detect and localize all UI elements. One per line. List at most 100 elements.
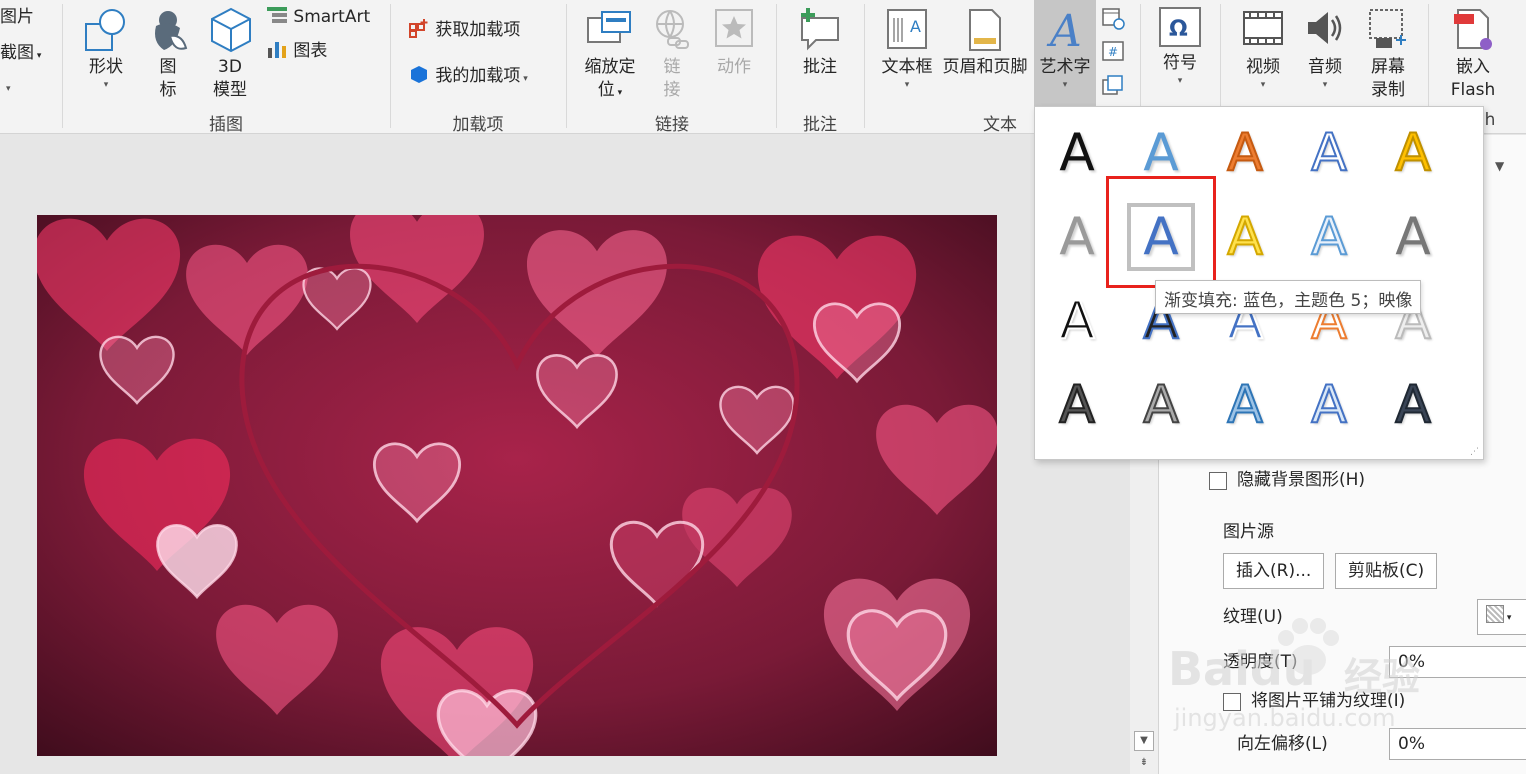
get-addins-label: 获取加载项 bbox=[435, 20, 521, 40]
object-icon[interactable] bbox=[1101, 74, 1125, 96]
shapes-button[interactable]: 形状 ▾ bbox=[78, 4, 134, 104]
header-footer-button[interactable]: 页眉和页脚 bbox=[938, 4, 1032, 104]
wordart-style-glyph: A bbox=[1059, 123, 1095, 183]
wordart-style-glyph: A bbox=[1394, 375, 1432, 435]
texture-picker[interactable]: ▾ bbox=[1477, 599, 1526, 635]
pane-options-caret-icon[interactable]: ▼ bbox=[1495, 159, 1504, 173]
illustrations-group-label: 插图 bbox=[209, 115, 243, 135]
wordart-style-glyph: A bbox=[1394, 123, 1432, 183]
icons-button[interactable]: 图 标 bbox=[144, 4, 192, 104]
text-group-label: 文本 bbox=[983, 115, 1017, 135]
hide-bg-label: 隐藏背景图形(H) bbox=[1237, 470, 1366, 490]
links-group-label: 链接 bbox=[655, 115, 689, 135]
textbox-caret-icon: ▾ bbox=[904, 80, 910, 90]
comment-label: 批注 bbox=[803, 57, 837, 77]
resize-grip-icon[interactable]: ⋰ bbox=[1470, 447, 1479, 457]
3d-models-button[interactable]: 3D 模型 bbox=[204, 4, 256, 104]
wordart-style-18[interactable]: A bbox=[1203, 363, 1287, 447]
film-icon bbox=[1243, 11, 1283, 45]
picture-button[interactable]: 图片 bbox=[0, 6, 34, 28]
embed-flash-label-2: Flash bbox=[1450, 80, 1496, 100]
wordart-style-glyph: A bbox=[1142, 375, 1180, 435]
symbol-button[interactable]: Ω 符号 ▾ bbox=[1152, 4, 1208, 104]
3d-label-1: 3D bbox=[218, 57, 242, 77]
smartart-label: SmartArt bbox=[293, 7, 371, 27]
link-label-1: 链 bbox=[663, 57, 681, 77]
wordart-style-17[interactable]: A bbox=[1119, 363, 1203, 447]
wordart-style-11[interactable]: A bbox=[1035, 279, 1119, 363]
wordart-style-glyph: A bbox=[1310, 207, 1348, 267]
offset-left-input[interactable]: 0% bbox=[1389, 728, 1526, 760]
chart-button[interactable]: 图表 bbox=[266, 40, 327, 62]
link-label-2: 接 bbox=[663, 80, 681, 100]
my-addins-button[interactable]: 我的加载项 ▾ bbox=[408, 64, 528, 90]
globe-link-icon bbox=[656, 10, 689, 49]
screen-recording-button[interactable]: 屏幕 录制 bbox=[1360, 4, 1416, 104]
zoom-button[interactable]: 缩放定 位 ▾ bbox=[578, 4, 642, 104]
comment-plus-icon bbox=[801, 8, 839, 51]
video-label: 视频 bbox=[1246, 57, 1280, 77]
screen-record-icon bbox=[1369, 9, 1406, 48]
action-label: 动作 bbox=[717, 57, 751, 77]
hide-bg-checkbox[interactable] bbox=[1209, 472, 1227, 490]
my-addins-label: 我的加载项 bbox=[435, 66, 521, 86]
wordart-button[interactable]: A 艺术字 ▾ bbox=[1034, 0, 1096, 106]
scroll-split-icon[interactable]: ⇟ bbox=[1134, 757, 1154, 771]
textbox-button[interactable]: A 文本框 ▾ bbox=[876, 4, 938, 104]
hearts-background-image bbox=[37, 215, 997, 756]
star-action-icon bbox=[715, 9, 753, 47]
texture-label: 纹理(U) bbox=[1223, 607, 1283, 627]
insert-button[interactable]: 插入(R)... bbox=[1223, 553, 1325, 589]
screen-recording-label-2: 录制 bbox=[1371, 80, 1405, 100]
wordart-style-glyph: A bbox=[1226, 207, 1264, 267]
wordart-label: 艺术字 bbox=[1039, 57, 1091, 77]
3d-label-2: 模型 bbox=[213, 80, 247, 100]
transparency-input[interactable]: 0% bbox=[1389, 646, 1526, 678]
transparency-label: 透明度(T) bbox=[1223, 652, 1298, 672]
comment-button[interactable]: 批注 bbox=[792, 4, 848, 104]
zoom-label-1: 缩放定 bbox=[584, 57, 636, 77]
header-footer-label: 页眉和页脚 bbox=[942, 57, 1028, 77]
chart-label: 图表 bbox=[293, 41, 328, 61]
wordart-style-glyph: A bbox=[1143, 123, 1179, 183]
get-addins-button[interactable]: 获取加载项 bbox=[408, 18, 520, 41]
wordart-style-4[interactable]: A bbox=[1287, 111, 1371, 195]
shapes-label: 形状 bbox=[89, 57, 123, 77]
zoom-label-2: 位 ▾ bbox=[597, 80, 623, 100]
highlight-box bbox=[1106, 176, 1216, 288]
screen-recording-label-1: 屏幕 bbox=[1371, 57, 1405, 77]
tile-checkbox[interactable] bbox=[1223, 693, 1241, 711]
smartart-button[interactable]: SmartArt bbox=[266, 6, 370, 28]
wordart-style-glyph: A bbox=[1058, 375, 1096, 435]
video-button[interactable]: 视频 ▾ bbox=[1236, 4, 1290, 104]
wordart-style-9[interactable]: A bbox=[1287, 195, 1371, 279]
slide-number-icon[interactable]: # bbox=[1101, 40, 1125, 62]
audio-caret-icon: ▾ bbox=[1322, 80, 1328, 90]
embed-flash-button[interactable]: 嵌入 Flash bbox=[1440, 4, 1506, 104]
offset-left-label: 向左偏移(L) bbox=[1237, 734, 1328, 754]
icons-label-2: 标 bbox=[159, 80, 177, 100]
audio-button[interactable]: 音频 ▾ bbox=[1298, 4, 1352, 104]
wordart-style-20[interactable]: A bbox=[1371, 363, 1455, 447]
textbox-icon: A bbox=[887, 9, 927, 49]
link-button[interactable]: 链 接 bbox=[648, 4, 696, 104]
wordart-style-glyph: A bbox=[1310, 375, 1348, 435]
bird-icon bbox=[155, 11, 188, 50]
scroll-down-icon[interactable]: ▼ bbox=[1134, 731, 1154, 751]
action-button[interactable]: 动作 bbox=[708, 4, 760, 104]
wordart-style-10[interactable]: A bbox=[1371, 195, 1455, 279]
shapes-caret-icon: ▾ bbox=[103, 80, 109, 90]
wordart-style-16[interactable]: A bbox=[1035, 363, 1119, 447]
slide-canvas[interactable] bbox=[37, 215, 997, 756]
screenshot-button[interactable]: 截图 ▾ bbox=[0, 42, 41, 67]
wordart-style-5[interactable]: A bbox=[1371, 111, 1455, 195]
clipboard-button[interactable]: 剪贴板(C) bbox=[1335, 553, 1438, 589]
wordart-style-19[interactable]: A bbox=[1287, 363, 1371, 447]
date-time-icon[interactable] bbox=[1101, 6, 1125, 30]
more-caret-icon[interactable]: ▾ bbox=[6, 78, 11, 100]
header-footer-icon bbox=[969, 9, 1001, 51]
speaker-icon bbox=[1308, 12, 1342, 44]
symbol-caret-icon: ▾ bbox=[1177, 76, 1183, 86]
symbol-label: 符号 bbox=[1163, 53, 1197, 73]
wordart-style-glyph: A bbox=[1226, 123, 1264, 183]
